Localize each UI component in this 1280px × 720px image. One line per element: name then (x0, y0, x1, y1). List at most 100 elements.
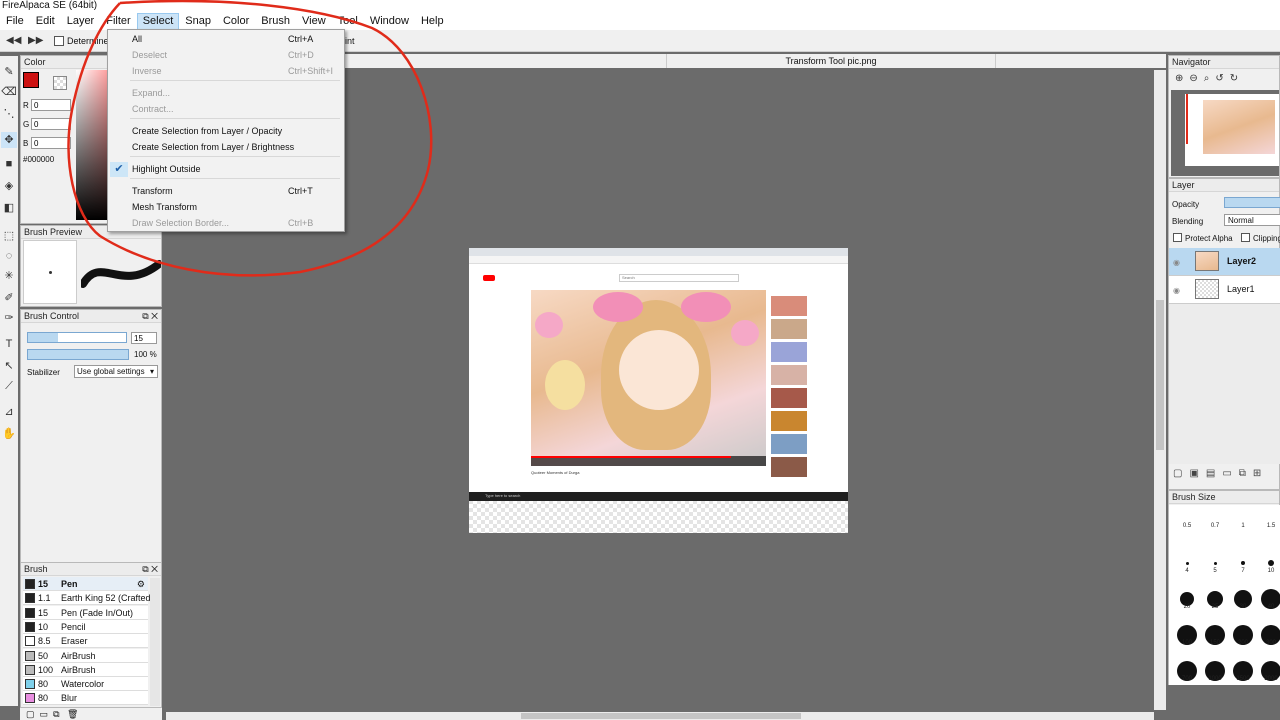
brush-list-item[interactable]: 50 AirBrush (23, 648, 148, 663)
magic-wand-icon[interactable]: ✳ (1, 268, 17, 284)
menu-window[interactable]: Window (364, 13, 415, 30)
brush-size-label[interactable]: 30 (1229, 604, 1257, 610)
brush-size-label[interactable]: 7 (1229, 568, 1257, 574)
brush-size-label[interactable]: 0.7 (1201, 523, 1229, 529)
select-menu-item-inverse[interactable]: Inverse Ctrl+Shift+I (132, 64, 342, 79)
brush-size-slider[interactable] (27, 332, 127, 343)
brush-size-dot[interactable] (1185, 561, 1189, 565)
brush-list-item[interactable]: 10 Pencil (23, 619, 148, 634)
protect-alpha-checkbox[interactable] (1173, 233, 1182, 242)
visibility-eye-icon[interactable]: ◉ (1173, 258, 1180, 267)
menu-view[interactable]: View (296, 13, 332, 30)
bucket-tool-icon[interactable]: ◈ (1, 178, 17, 194)
menu-edit[interactable]: Edit (30, 13, 61, 30)
brush-size-label[interactable]: 2000 (1257, 676, 1280, 682)
gradient-tool-icon[interactable]: ◧ (1, 200, 17, 216)
operation-tool-icon[interactable]: ↖ (1, 358, 17, 374)
stabilizer-dropdown[interactable]: Use global settings ▾ (74, 365, 158, 378)
layer-action-icons[interactable]: ▢▣▤▭⧉⊞ (1173, 468, 1268, 479)
brush-size-label[interactable]: 5 (1201, 568, 1229, 574)
visibility-eye-icon[interactable]: ◉ (1173, 286, 1180, 295)
select-menu-item-highlight-outside[interactable]: Highlight Outside (132, 162, 342, 177)
clipping-checkbox[interactable] (1241, 233, 1250, 242)
select-menu-item-mesh-transform[interactable]: Mesh Transform (132, 200, 342, 215)
folder-icon[interactable]: ▭ (40, 709, 49, 719)
text-tool-icon[interactable]: T (1, 336, 17, 352)
select-menu-item-deselect[interactable]: Deselect Ctrl+D (132, 48, 342, 63)
fill-rect-icon[interactable]: ■ (1, 156, 17, 172)
r-input[interactable] (31, 99, 71, 111)
navigator-zoom-icons[interactable]: ⊕⊖⌕↺↻ (1175, 73, 1244, 84)
tab-transform-tool-pic[interactable]: Transform Tool pic.png (666, 54, 996, 68)
determine-checkbox[interactable] (54, 36, 64, 46)
select-menu-item-all[interactable]: All Ctrl+A (132, 32, 342, 47)
brush-size-label[interactable]: 150 (1201, 640, 1229, 646)
menu-color[interactable]: Color (217, 13, 255, 30)
menu-brush[interactable]: Brush (255, 13, 296, 30)
brush-size-dot[interactable] (1213, 561, 1217, 565)
brush-size-label[interactable]: 1 (1229, 523, 1257, 529)
horizontal-scrollbar[interactable] (166, 712, 1154, 720)
menu-tool[interactable]: Tool (332, 13, 364, 30)
select-pen-icon[interactable]: ✐ (1, 290, 17, 306)
brush-list-item[interactable]: 1.1 Earth King 52 (Crafted (23, 591, 151, 606)
layer-row-layer1[interactable]: ◉ Layer1 (1169, 276, 1280, 304)
brush-size-label[interactable]: 4 (1173, 568, 1201, 574)
skip-forward-icon[interactable]: ▶▶ (28, 34, 43, 48)
select-menu-item-create-selection-from-layer-opacity[interactable]: Create Selection from Layer / Opacity (132, 124, 342, 139)
gear-icon[interactable]: ⚙ (137, 577, 145, 591)
foreground-color-swatch[interactable] (23, 72, 39, 88)
eyedropper-icon[interactable]: ⊿ (1, 404, 17, 420)
brush-opacity-slider[interactable] (27, 349, 129, 360)
vertical-scroll-thumb[interactable] (1156, 300, 1164, 450)
b-input[interactable] (31, 137, 71, 149)
brush-list-item[interactable]: 8.5 Eraser (23, 634, 148, 649)
skip-back-icon[interactable]: ◀◀ (6, 34, 21, 48)
panel-float-close-icon[interactable]: ⧉ ✕ (142, 563, 158, 575)
brush-size-label[interactable]: 300 (1257, 640, 1280, 646)
menu-filter[interactable]: Filter (100, 13, 136, 30)
brush-size-label[interactable]: 1500 (1229, 676, 1257, 682)
trash-icon[interactable]: 🗑 (67, 709, 78, 719)
brush-size-label[interactable]: 0.5 (1173, 523, 1201, 529)
select-rect-icon[interactable]: ⬚ (1, 228, 17, 244)
menu-help[interactable]: Help (415, 13, 450, 30)
brush-list-item[interactable]: 100 AirBrush (23, 662, 148, 677)
duplicate-icon[interactable]: ⧉ (53, 709, 59, 719)
brush-list-scrollbar[interactable] (150, 578, 160, 706)
menu-select[interactable]: Select (136, 13, 180, 30)
select-menu-item-contract[interactable]: Contract... (132, 102, 342, 117)
eraser-tool-icon[interactable]: ⌫ (1, 84, 17, 100)
brush-list-item[interactable]: 15 Pen ⚙ (23, 577, 148, 591)
select-menu-item-expand[interactable]: Expand... (132, 86, 342, 101)
vertical-scrollbar[interactable] (1154, 70, 1166, 710)
brush-list-item[interactable]: 80 Blur (23, 691, 148, 706)
brush-size-input[interactable] (131, 332, 157, 344)
horizontal-scroll-thumb[interactable] (521, 713, 801, 719)
brush-size-dot[interactable] (1268, 560, 1274, 566)
brush-size-label[interactable]: 25 (1201, 604, 1229, 610)
pen-tool-icon[interactable]: ✎ (1, 64, 17, 80)
divide-tool-icon[interactable]: ⟋ (1, 378, 17, 394)
select-menu-item-transform[interactable]: Transform Ctrl+T (132, 184, 342, 199)
canvas-document[interactable]: Search Quoteer Moments of Durga Type her… (469, 248, 848, 533)
move-tool-icon[interactable]: ✥ (1, 132, 17, 148)
brush-list-item[interactable]: 15 Pen (Fade In/Out) (23, 605, 148, 620)
panel-float-close-icon[interactable]: ⧉ ✕ (142, 310, 158, 322)
brush-size-label[interactable]: 1000 (1201, 676, 1229, 682)
hand-tool-icon[interactable]: ✋ (1, 426, 17, 442)
transparent-color-swatch[interactable] (53, 76, 67, 90)
brush-size-label[interactable]: 10 (1257, 568, 1280, 574)
menu-layer[interactable]: Layer (61, 13, 101, 30)
blending-dropdown[interactable]: Normal (1224, 214, 1280, 226)
dot-tool-icon[interactable]: ⋱ (1, 106, 17, 122)
g-input[interactable] (31, 118, 71, 130)
brush-size-label[interactable]: 1.5 (1257, 523, 1280, 529)
brush-size-label[interactable]: 40 (1257, 604, 1280, 610)
select-menu-item-create-selection-from-layer-brightness[interactable]: Create Selection from Layer / Brightness (132, 140, 342, 155)
brush-list-item[interactable]: 80 Watercolor (23, 677, 148, 692)
navigator-preview[interactable] (1171, 90, 1279, 176)
brush-size-label[interactable]: 700 (1173, 676, 1201, 682)
menu-file[interactable]: File (0, 13, 30, 30)
brush-size-label[interactable]: 200 (1229, 640, 1257, 646)
